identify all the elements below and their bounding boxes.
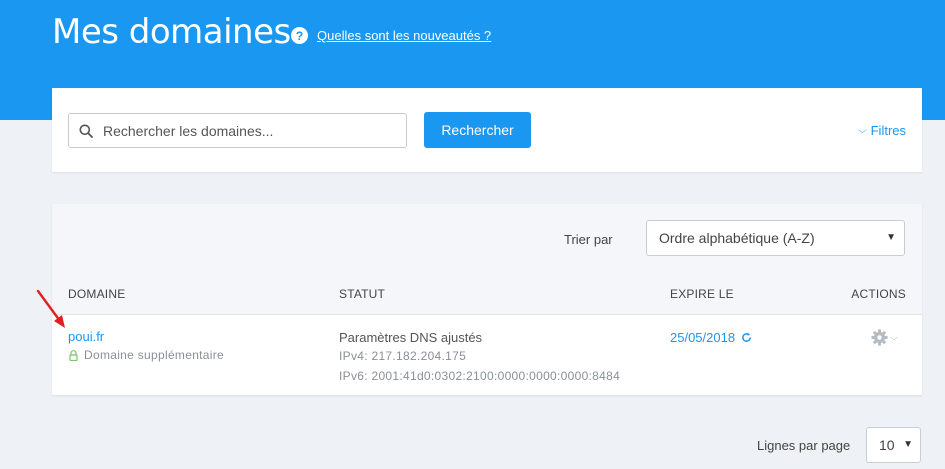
column-header-actions: ACTIONS xyxy=(851,287,906,301)
page-title: Mes domaines xyxy=(52,12,291,52)
sort-label: Trier par xyxy=(564,232,613,247)
search-icon xyxy=(79,124,93,138)
annotation-arrow-icon xyxy=(36,289,65,328)
search-box[interactable] xyxy=(68,113,407,148)
domain-type: Domaine supplémentaire xyxy=(69,348,224,362)
domain-type-label: Domaine supplémentaire xyxy=(84,348,225,362)
whats-new[interactable]: ? Quelles sont les nouveautés ? xyxy=(291,27,491,44)
ipv6-text: IPv6: 2001:41d0:0302:2100:0000:0000:0000… xyxy=(339,369,621,383)
caret-down-icon: ▼ xyxy=(903,439,913,450)
actions-menu[interactable]: ⌵ xyxy=(871,329,898,346)
expiry-date-text: 25/05/2018 xyxy=(670,330,736,345)
gear-icon xyxy=(871,329,888,346)
domain-link[interactable]: poui.fr xyxy=(68,329,104,344)
search-button[interactable]: Rechercher xyxy=(424,112,531,148)
column-header-status[interactable]: STATUT xyxy=(339,287,385,301)
chevron-down-icon: ⌵ xyxy=(857,125,867,135)
column-header-domain[interactable]: DOMAINE xyxy=(68,287,125,301)
table-row: poui.fr Domaine supplémentaire Paramètre… xyxy=(52,314,922,395)
auto-renew-icon xyxy=(742,332,751,342)
filters-toggle[interactable]: ⌵ Filtres xyxy=(857,123,906,138)
rows-per-page-value: 10 xyxy=(879,437,895,453)
filters-label: Filtres xyxy=(870,123,906,138)
chevron-down-icon: ⌵ xyxy=(890,332,898,342)
column-header-expires[interactable]: EXPIRE LE xyxy=(670,287,734,301)
rows-per-page-label: Lignes par page xyxy=(757,438,851,453)
sort-select[interactable]: Ordre alphabétique (A-Z) ▼ xyxy=(646,220,905,256)
rows-per-page-select[interactable]: 10 ▼ xyxy=(866,427,921,463)
whats-new-link[interactable]: Quelles sont les nouveautés ? xyxy=(317,28,491,43)
sort-selected-value: Ordre alphabétique (A-Z) xyxy=(659,230,815,246)
help-icon[interactable]: ? xyxy=(291,27,308,44)
status-text: Paramètres DNS ajustés xyxy=(339,330,483,345)
ipv4-text: IPv4: 217.182.204.175 xyxy=(339,349,467,363)
search-input[interactable] xyxy=(103,122,393,139)
domains-list: Trier par Ordre alphabétique (A-Z) ▼ DOM… xyxy=(52,204,922,395)
search-panel: Rechercher ⌵ Filtres xyxy=(52,88,922,172)
lock-icon xyxy=(69,349,78,361)
caret-down-icon: ▼ xyxy=(886,232,896,243)
expiry-date[interactable]: 25/05/2018 xyxy=(670,330,752,345)
